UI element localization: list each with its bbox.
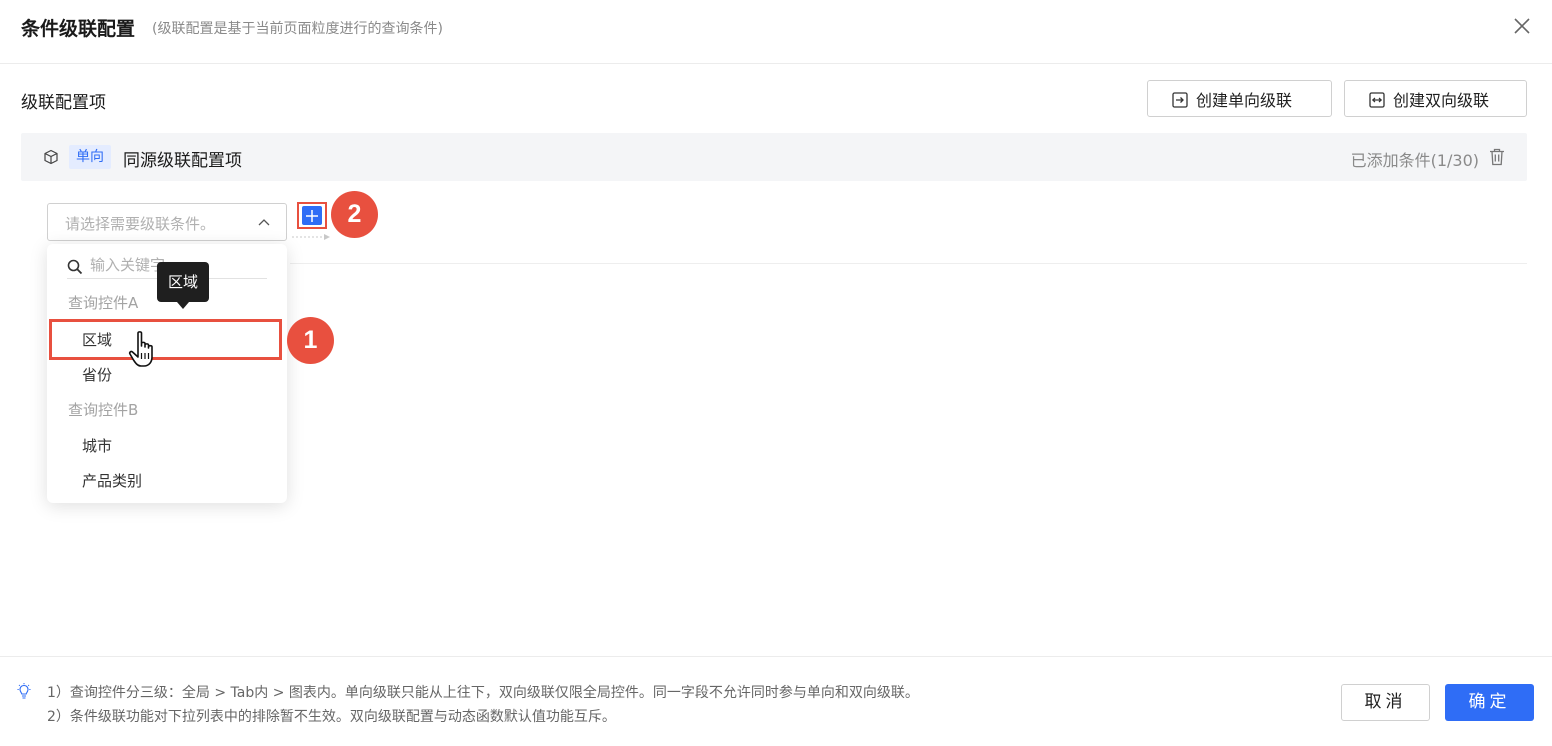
trash-icon[interactable] [1489, 148, 1505, 166]
option-product-category[interactable]: 产品类别 [82, 470, 142, 491]
add-condition-button[interactable] [302, 206, 322, 225]
dialog-header: 条件级联配置 (级联配置是基于当前页面粒度进行的查询条件) [0, 0, 1552, 64]
cube-icon [44, 149, 58, 165]
section-title: 级联配置项 [21, 93, 106, 113]
footer-note-1: 1）查询控件分三级：全局 > Tab内 > 图表内。单向级联只能从上往下，双向级… [47, 685, 919, 701]
condition-select-placeholder: 请选择需要级联条件。 [65, 215, 216, 233]
step-badge-1: 1 [287, 317, 334, 364]
divider [290, 263, 1527, 264]
arrow-right-box-icon [1172, 92, 1188, 108]
tooltip-arrow [177, 302, 189, 309]
create-twoway-label: 创建双向级联 [1393, 90, 1490, 110]
create-oneway-cascade-button[interactable]: 创建单向级联 [1147, 80, 1332, 117]
lightbulb-icon [17, 683, 31, 699]
direction-tag: 单向 [69, 145, 111, 169]
dashed-arrow-icon [292, 234, 330, 240]
search-icon [67, 259, 83, 275]
cancel-button[interactable]: 取消 [1341, 684, 1430, 721]
dialog-title: 条件级联配置 [21, 18, 136, 40]
config-item-name: 同源级联配置项 [123, 151, 242, 171]
option-province[interactable]: 省份 [82, 364, 112, 385]
option-tooltip: 区域 [157, 262, 209, 302]
create-oneway-label: 创建单向级联 [1196, 90, 1293, 110]
add-condition-highlight [297, 202, 327, 229]
group-label-b: 查询控件B [68, 401, 139, 419]
arrow-both-box-icon [1369, 92, 1385, 108]
option-highlight [49, 319, 282, 360]
plus-icon [306, 210, 318, 222]
step-badge-2: 2 [331, 191, 378, 238]
cascade-config-item: 单向 同源级联配置项 已添加条件(1/30) [21, 133, 1527, 181]
condition-select[interactable]: 请选择需要级联条件。 [47, 203, 287, 241]
chevron-up-icon [258, 219, 270, 226]
added-conditions-count: 已添加条件(1/30) [1350, 151, 1479, 170]
footer-note-2: 2）条件级联功能对下拉列表中的排除暂不生效。双向级联配置与动态函数默认值功能互斥… [47, 709, 616, 725]
close-icon[interactable] [1511, 15, 1533, 37]
create-twoway-cascade-button[interactable]: 创建双向级联 [1344, 80, 1527, 117]
dialog-subtitle: (级联配置是基于当前页面粒度进行的查询条件) [152, 21, 443, 37]
confirm-button[interactable]: 确定 [1445, 684, 1534, 721]
hand-cursor-icon [128, 331, 153, 367]
group-label-a: 查询控件A [68, 294, 139, 312]
option-city[interactable]: 城市 [82, 435, 112, 456]
